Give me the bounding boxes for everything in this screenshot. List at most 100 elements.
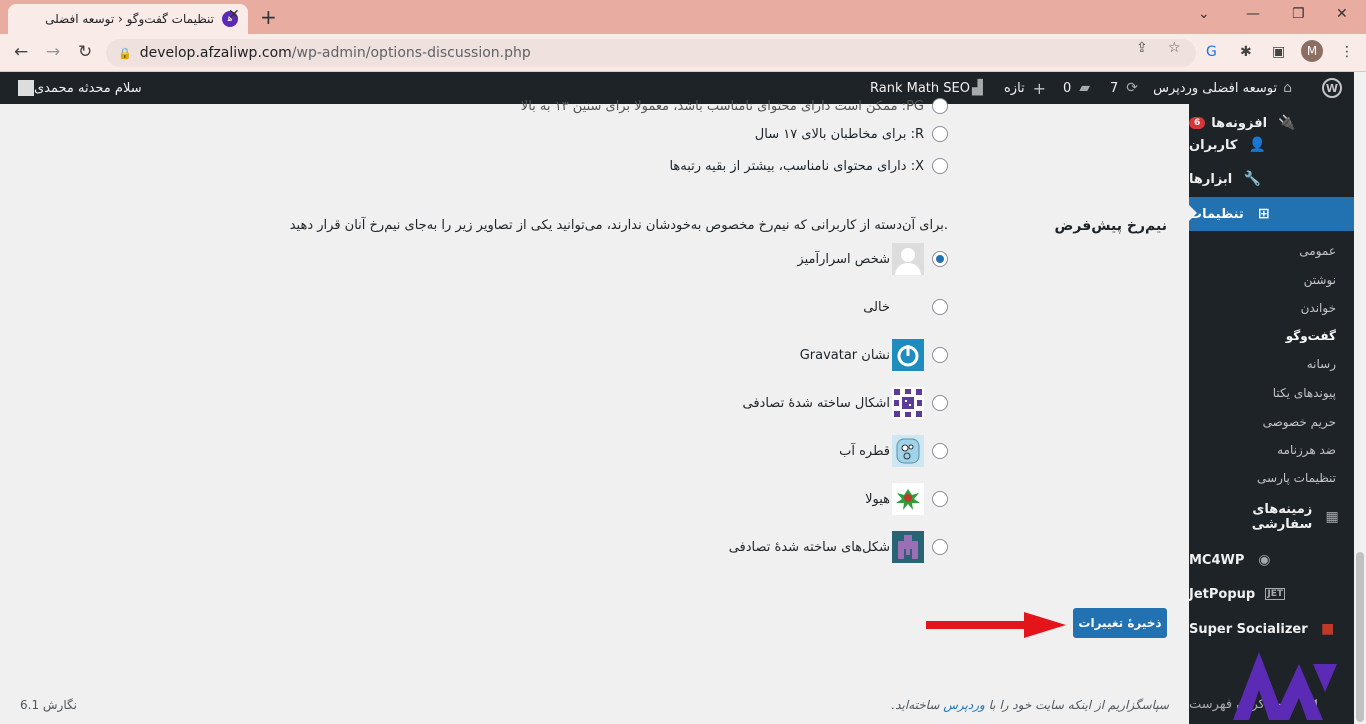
avatar-wavatar-radio[interactable] (932, 443, 948, 459)
new-content-menu[interactable]: تازه + (1004, 72, 1046, 104)
url-host: develop.afzaliwp.com (139, 45, 292, 61)
tab-search-icon[interactable]: ⌄ (1198, 6, 1210, 22)
menu-mc4wp[interactable]: ◉ MC4WP (1189, 543, 1354, 577)
share-icon[interactable]: ⇪ (1136, 40, 1148, 56)
menu-custom-fields[interactable]: ▦ زمینه‌های سفارشی (1189, 500, 1354, 534)
users-icon: 👤 (1248, 137, 1267, 153)
save-changes-button[interactable]: ذخیرهٔ تغییرات (1073, 608, 1167, 638)
extensions-icon[interactable]: ✱ (1240, 44, 1252, 60)
my-account-menu[interactable]: سلام محدثه محمدی (10, 72, 142, 104)
submenu-permalinks[interactable]: پیوندهای یکتا (1189, 379, 1354, 407)
address-bar[interactable]: 🔒 develop.afzaliwp.com/wp-admin/options-… (106, 39, 1196, 67)
avatar-option-mystery[interactable]: شخص اسرارآمیز (797, 243, 948, 275)
avatar-option-monsterid[interactable]: هیولا (865, 483, 948, 515)
menu-users[interactable]: 👤 کاربران (1189, 128, 1354, 162)
submenu-privacy[interactable]: حریم خصوصی (1189, 408, 1354, 436)
new-label: تازه (1004, 80, 1025, 96)
comments-menu[interactable]: 0 ▰ (1063, 72, 1090, 104)
red-arrow-annotation (926, 612, 1066, 638)
back-icon[interactable]: ← (14, 42, 28, 62)
rating-pg-label: PG: ممکن است دارای محتوای نامناسب باشد، … (520, 98, 924, 114)
identicon-icon (892, 387, 924, 419)
submenu-parsi[interactable]: تنظیمات پارسی (1189, 464, 1354, 492)
retro-pixel-icon (892, 531, 924, 563)
menu-settings[interactable]: ⊞ تنظیمات (1189, 197, 1354, 231)
close-window-icon[interactable]: ✕ (1336, 6, 1348, 22)
avatar-option-wavatar[interactable]: قطره آب (839, 435, 948, 467)
admin-sidebar: 🔌 افزونه‌ها 6 👤 کاربران 🔧 ابزارها ⊞ تنظی… (1189, 104, 1354, 724)
menu-users-label: کاربران (1189, 137, 1238, 153)
site-name-menu[interactable]: ⌂ توسعه افضلی وردپرس (1153, 72, 1292, 104)
footer-thanks: سپاسگزاریم از اینکه سایت خود را با وردپر… (891, 698, 1169, 712)
rating-x-radio[interactable] (932, 158, 948, 174)
footer-thanks-prefix: سپاسگزاریم از اینکه سایت خود را با (988, 698, 1169, 712)
submenu-reading[interactable]: خواندن (1189, 294, 1354, 322)
avatar-option-blank[interactable]: خالی (863, 291, 948, 323)
avatar-gravatar-radio[interactable] (932, 347, 948, 363)
wordpress-link[interactable]: وردپرس (943, 698, 985, 712)
comments-count: 0 (1063, 80, 1072, 96)
jetpopup-icon: JET (1265, 588, 1286, 600)
plus-icon: + (1032, 78, 1047, 98)
avatar-option-gravatar[interactable]: نشان Gravatar (800, 339, 948, 371)
forward-icon[interactable]: → (46, 42, 60, 62)
tab-title: تنظیمات گفت‌وگو ‹ توسعه افضلی (45, 12, 214, 26)
close-tab-icon[interactable]: ✕ (228, 7, 240, 23)
avatar-retro-label: شکل‌های ساخته شدهٔ تصادفی (728, 539, 890, 555)
mc4wp-icon: ◉ (1258, 552, 1271, 568)
avatar-monsterid-label: هیولا (865, 491, 890, 507)
avatar-identicon-radio[interactable] (932, 395, 948, 411)
menu-jetpopup[interactable]: JET JetPopup (1189, 577, 1354, 611)
browser-menu-icon[interactable]: ⋮ (1340, 44, 1354, 60)
scrollbar-thumb[interactable] (1356, 552, 1364, 722)
page-scrollbar[interactable] (1354, 72, 1366, 724)
menu-super-socializer[interactable]: ■ Super Socializer (1189, 612, 1354, 646)
submenu-antispam[interactable]: ضد هرزنامه (1189, 436, 1354, 464)
settings-sliders-icon: ⊞ (1257, 206, 1270, 222)
updates-count: 7 (1110, 80, 1119, 96)
user-avatar (18, 80, 34, 96)
footer-thanks-suffix: ساخته‌اید. (891, 698, 940, 712)
side-panel-icon[interactable]: ▣ (1272, 44, 1285, 60)
default-avatar-label: نیم‌رخ پیش‌فرض (1054, 218, 1167, 234)
browser-tab[interactable]: ﻫ تنظیمات گفت‌وگو ‹ توسعه افضلی (8, 4, 248, 34)
super-socializer-icon: ■ (1321, 621, 1335, 637)
profile-avatar[interactable]: M (1301, 40, 1323, 62)
avatar-retro-radio[interactable] (932, 539, 948, 555)
gravatar-logo-icon (892, 339, 924, 371)
wavatar-icon (892, 435, 924, 467)
rating-pg-row[interactable]: PG: ممکن است دارای محتوای نامناسب باشد، … (521, 96, 948, 116)
afzaliwp-watermark-logo (1233, 652, 1337, 720)
submenu-discussion[interactable]: گفت‌وگو (1189, 322, 1354, 350)
wp-logo-menu[interactable]: W (1322, 72, 1342, 104)
avatar-mystery-radio[interactable] (932, 251, 948, 267)
restore-icon[interactable]: ❐ (1292, 6, 1305, 22)
submenu-writing[interactable]: نوشتن (1189, 266, 1354, 294)
rating-r-radio[interactable] (932, 126, 948, 142)
rating-pg-radio[interactable] (932, 98, 948, 114)
rating-x-label: X: دارای محتوای نامناسب، بیشتر از بقیه ر… (669, 158, 924, 174)
avatar-monsterid-radio[interactable] (932, 491, 948, 507)
avatar-option-identicon[interactable]: اشکال ساخته شدهٔ تصادفی (742, 387, 948, 419)
updates-menu[interactable]: 7 ⟳ (1110, 72, 1138, 104)
rating-r-row[interactable]: R: برای مخاطبان بالای ۱۷ سال (755, 124, 948, 144)
minimize-icon[interactable]: — (1246, 6, 1260, 22)
submenu-media[interactable]: رسانه (1189, 350, 1354, 378)
default-avatar-description: برای آن‌دسته از کاربرانی که نیم‌رخ مخصوص… (289, 218, 948, 233)
avatar-blank-radio[interactable] (932, 299, 948, 315)
rating-r-label: R: برای مخاطبان بالای ۱۷ سال (754, 126, 924, 142)
menu-mc4wp-label: MC4WP (1189, 552, 1245, 568)
wrench-icon: 🔧 (1243, 171, 1261, 187)
new-tab-icon[interactable]: + (260, 5, 277, 29)
home-icon: ⌂ (1283, 80, 1292, 96)
translate-icon[interactable]: G (1206, 44, 1217, 60)
submenu-general[interactable]: عمومی (1189, 237, 1354, 265)
reload-icon[interactable]: ↻ (78, 42, 92, 62)
rankmath-label: Rank Math SEO (870, 80, 970, 96)
avatar-identicon-label: اشکال ساخته شدهٔ تصادفی (742, 395, 891, 411)
bookmark-star-icon[interactable]: ☆ (1168, 40, 1181, 56)
avatar-option-retro[interactable]: شکل‌های ساخته شدهٔ تصادفی (729, 531, 948, 563)
url-path: /wp-admin/options-discussion.php (291, 45, 531, 61)
menu-tools[interactable]: 🔧 ابزارها (1189, 162, 1354, 196)
rating-x-row[interactable]: X: دارای محتوای نامناسب، بیشتر از بقیه ر… (669, 156, 948, 176)
